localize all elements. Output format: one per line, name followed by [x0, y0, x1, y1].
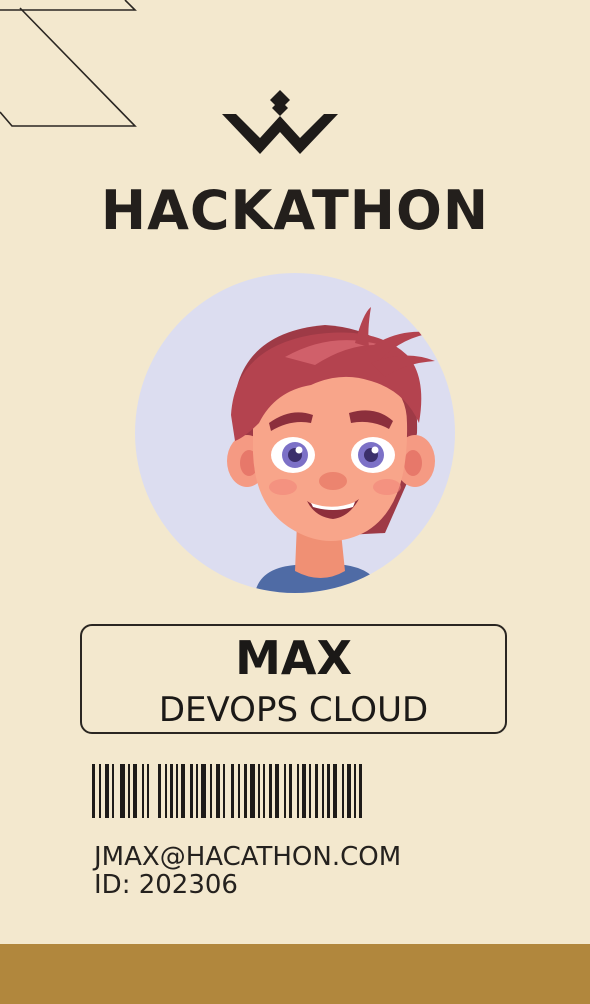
barcode-bar — [142, 764, 144, 818]
cartoon-boy-avatar-icon — [135, 273, 455, 593]
barcode-bar — [354, 764, 356, 818]
barcode-bar — [176, 764, 178, 818]
footer-bar — [0, 944, 590, 1004]
barcode-bar — [210, 764, 212, 818]
event-title: HACKATHON — [100, 179, 490, 242]
barcode-bar — [223, 764, 225, 818]
attendee-name: MAX — [235, 631, 352, 685]
contact-info: JMAX@HACATHON.COM ID: 202306 — [94, 843, 401, 899]
barcode-bar — [181, 764, 185, 818]
email-text: JMAX@HACATHON.COM — [94, 842, 402, 872]
barcode-bar — [263, 764, 265, 818]
avatar — [135, 273, 455, 593]
barcode-bar — [244, 764, 247, 818]
barcode-bar — [250, 764, 255, 818]
barcode-bar — [333, 764, 337, 818]
barcode-bar — [342, 764, 344, 818]
barcode-bar — [128, 764, 130, 818]
barcode-bar — [216, 764, 220, 818]
barcode-bar — [231, 764, 234, 818]
barcode-bar — [275, 764, 279, 818]
barcode-bar — [302, 764, 306, 818]
barcode-bar — [309, 764, 311, 818]
barcode-bar — [201, 764, 206, 818]
barcode-bar — [196, 764, 198, 818]
corner-line-decoration — [0, 0, 137, 127]
barcode-bar — [269, 764, 272, 818]
barcode-bar — [297, 764, 299, 818]
barcode-bar — [315, 764, 318, 818]
barcode — [92, 764, 362, 818]
attendee-role: DEVOPS CLOUD — [158, 690, 429, 730]
barcode-bar — [92, 764, 95, 818]
barcode-bar — [112, 764, 114, 818]
barcode-bar — [238, 764, 240, 818]
barcode-bar — [165, 764, 167, 818]
id-text: ID: 202306 — [94, 870, 238, 900]
barcode-bar — [359, 764, 362, 818]
barcode-bar — [322, 764, 324, 818]
barcode-bar — [147, 764, 149, 818]
barcode-bar — [158, 764, 161, 818]
name-card: MAX DEVOPS CLOUD — [80, 624, 507, 734]
barcode-bar — [120, 764, 125, 818]
barcode-bar — [284, 764, 286, 818]
barcode-bar — [289, 764, 292, 818]
barcode-bar — [327, 764, 330, 818]
barcode-bar — [105, 764, 109, 818]
barcode-bar — [258, 764, 260, 818]
barcode-bar — [133, 764, 137, 818]
barcode-bar — [99, 764, 101, 818]
barcode-bar — [170, 764, 173, 818]
barcode-bar — [190, 764, 193, 818]
barcode-bar — [347, 764, 351, 818]
hackathon-logo-icon — [222, 90, 338, 154]
